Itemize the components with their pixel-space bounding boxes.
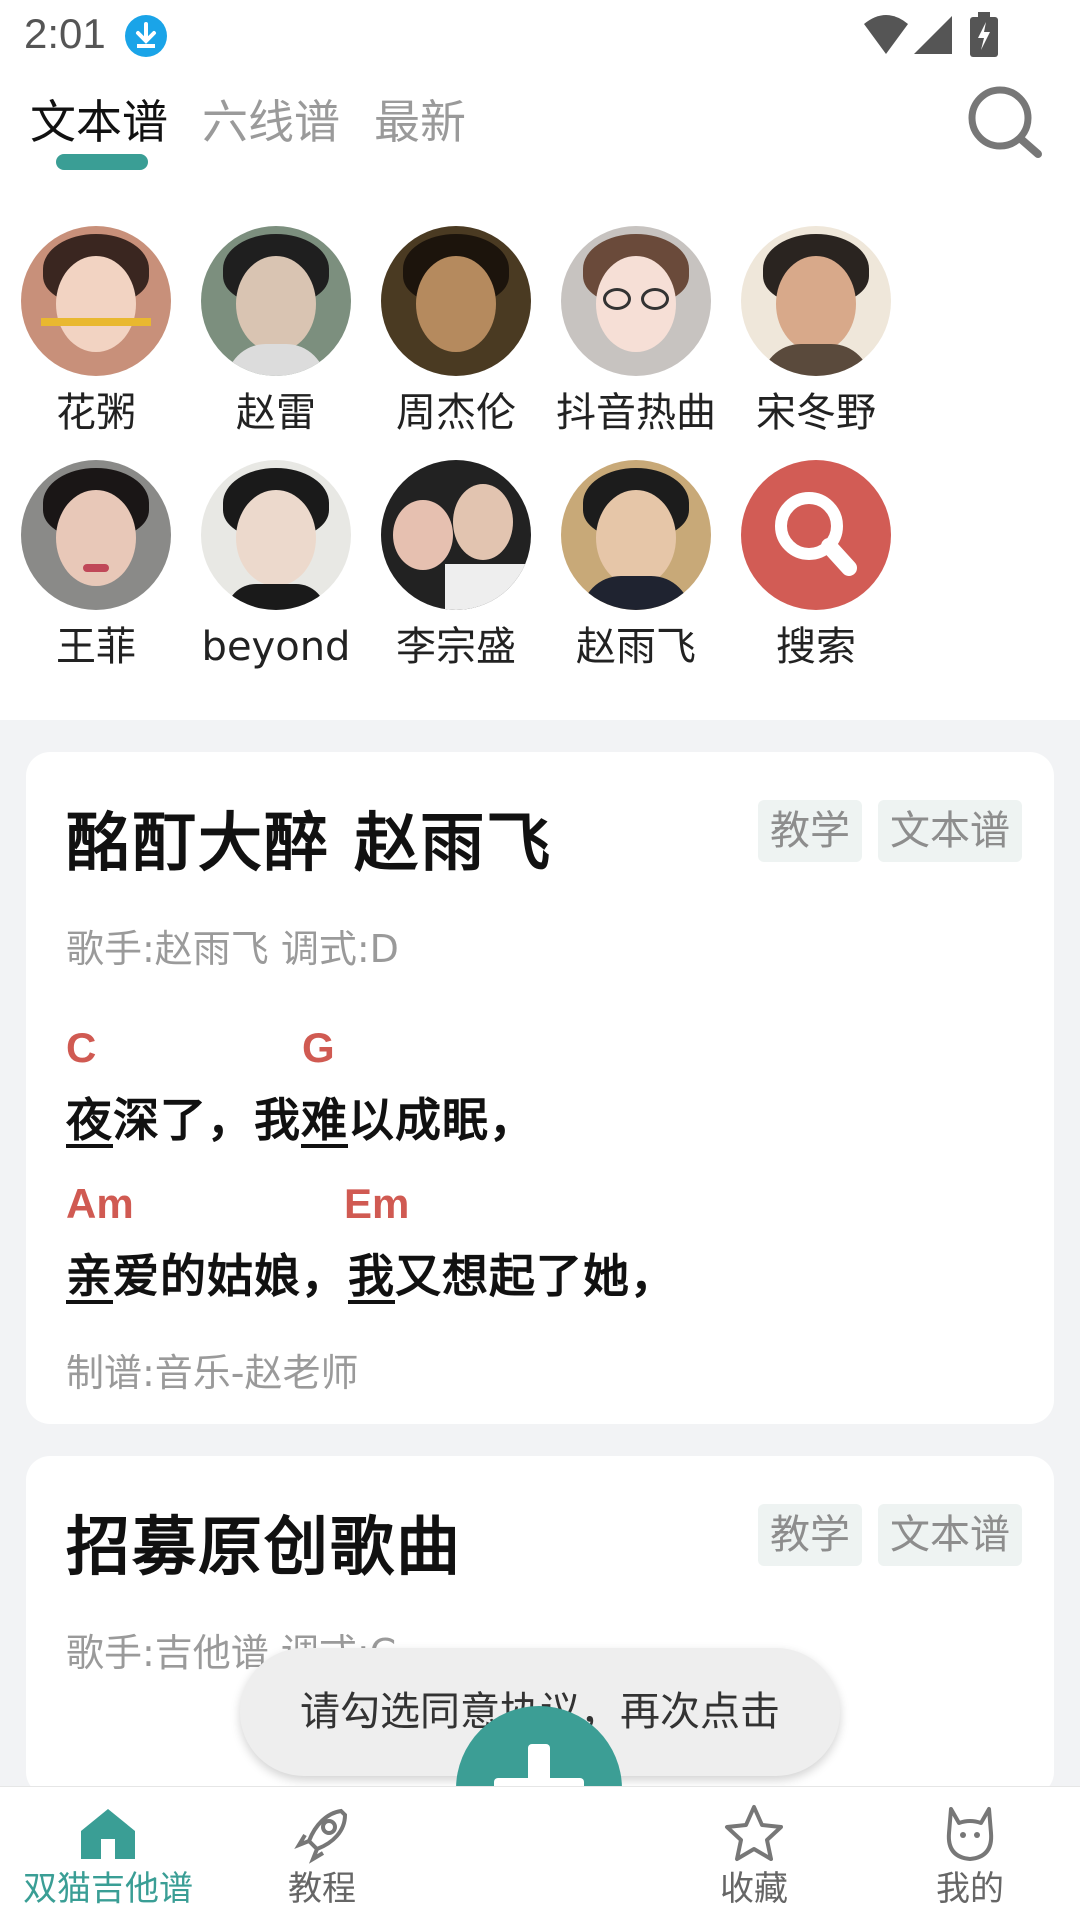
lyric-text: 以成眠，: [348, 1093, 536, 1147]
chord-label: C: [66, 1024, 97, 1071]
tab-bar: 文本谱 六线谱 最新: [30, 82, 500, 162]
artist-item-zhaolei[interactable]: 赵雷: [176, 226, 376, 438]
nav-label: 双猫吉他谱: [23, 1869, 193, 1907]
avatar: [381, 226, 531, 376]
nav-item-profile[interactable]: 我的: [870, 1801, 1070, 1907]
tab-guitar-tab[interactable]: 六线谱: [202, 82, 340, 162]
song-card[interactable]: 酩酊大醉 赵雨飞 教学 文本谱 歌手:赵雨飞 调式:D C G 夜深了，我难以成…: [26, 752, 1054, 1424]
artist-item-lizongsheng[interactable]: 李宗盛: [356, 460, 556, 672]
artist-name: 赵雨飞: [576, 624, 696, 670]
nav-item-home[interactable]: 双猫吉他谱: [8, 1801, 208, 1907]
artist-item-huazhou[interactable]: 花粥: [0, 226, 196, 438]
artist-name: 赵雷: [236, 390, 316, 436]
avatar: [381, 460, 531, 610]
nav-label: 收藏: [720, 1869, 788, 1907]
tab-indicator: [56, 154, 148, 170]
lyric-underlined: 难: [301, 1093, 348, 1147]
artist-name: 花粥: [56, 390, 136, 436]
artist-item-douyin[interactable]: 抖音热曲: [536, 226, 736, 438]
tag-text-score: 文本谱: [878, 1504, 1022, 1566]
nav-label: 教程: [288, 1869, 356, 1907]
tab-latest[interactable]: 最新: [374, 82, 466, 162]
rocket-icon: [294, 1808, 348, 1864]
lyric-underlined: 我: [348, 1249, 395, 1303]
lyric-text: 爱的姑娘，: [113, 1249, 348, 1303]
top-area: 文本谱 六线谱 最新 花粥 赵雷 周杰伦 抖音热曲 宋冬野 王菲 beyond …: [0, 72, 1080, 720]
status-bar: 2:01: [0, 0, 1080, 72]
artist-name: 宋冬野: [756, 390, 876, 436]
download-icon: [125, 15, 167, 57]
avatar: [21, 460, 171, 610]
tag-teaching: 教学: [758, 800, 862, 862]
nav-item-favorites[interactable]: 收藏: [654, 1801, 854, 1907]
avatar: [561, 460, 711, 610]
home-icon: [81, 1809, 135, 1859]
song-title: 招募原创歌曲: [66, 1511, 462, 1585]
avatar: [201, 460, 351, 610]
signal-icon: [914, 16, 952, 54]
artist-item-jaychou[interactable]: 周杰伦: [356, 226, 556, 438]
artist-name: 周杰伦: [396, 390, 516, 436]
chord-label: Am: [66, 1180, 134, 1227]
artist-item-beyond[interactable]: beyond: [176, 460, 376, 672]
lyric-underlined: 夜: [66, 1093, 113, 1147]
chord-label: G: [302, 1024, 335, 1071]
tag-text-score: 文本谱: [878, 800, 1022, 862]
search-icon[interactable]: [966, 84, 1048, 166]
cat-icon: [946, 1807, 994, 1861]
artist-item-zhaoyufei[interactable]: 赵雨飞: [536, 460, 736, 672]
artist-name: 抖音热曲: [556, 390, 716, 436]
bottom-nav: 双猫吉他谱 教程 收藏 我的: [0, 1786, 1080, 1920]
nav-item-tutorial[interactable]: 教程: [222, 1801, 422, 1907]
search-bubble: [741, 460, 891, 610]
artist-name: 王菲: [56, 624, 136, 670]
lyric-text: 又想起了她，: [395, 1249, 677, 1303]
lyric-line: 亲爱的姑娘，我又想起了她，: [66, 1240, 677, 1306]
lyric-underlined: 亲: [66, 1249, 113, 1303]
artist-item-faye-wong[interactable]: 王菲: [0, 460, 196, 672]
status-time: 2:01: [24, 10, 106, 57]
score-author: 制谱:音乐-赵老师: [66, 1351, 359, 1395]
lyric-line: 夜深了，我难以成眠，: [66, 1084, 536, 1150]
avatar: [561, 226, 711, 376]
artist-name: 李宗盛: [396, 624, 516, 670]
song-title: 酩酊大醉 赵雨飞: [66, 807, 553, 881]
wifi-icon: [864, 15, 908, 54]
avatar: [201, 226, 351, 376]
nav-label: 我的: [936, 1869, 1004, 1907]
tab-text-score[interactable]: 文本谱: [30, 82, 168, 162]
song-meta: 歌手:赵雨飞 调式:D: [66, 927, 399, 971]
battery-icon: [970, 12, 998, 57]
search-icon: [775, 492, 857, 576]
chord-label: Em: [344, 1180, 410, 1227]
artist-name: beyond: [201, 624, 351, 670]
artist-name: 搜索: [776, 624, 856, 670]
avatar: [741, 226, 891, 376]
lyric-text: 深了，我: [113, 1093, 301, 1147]
artist-item-songdongye[interactable]: 宋冬野: [716, 226, 916, 438]
avatar: [21, 226, 171, 376]
tag-teaching: 教学: [758, 1504, 862, 1566]
star-icon: [725, 1805, 783, 1861]
artist-item-search[interactable]: 搜索: [716, 460, 916, 672]
